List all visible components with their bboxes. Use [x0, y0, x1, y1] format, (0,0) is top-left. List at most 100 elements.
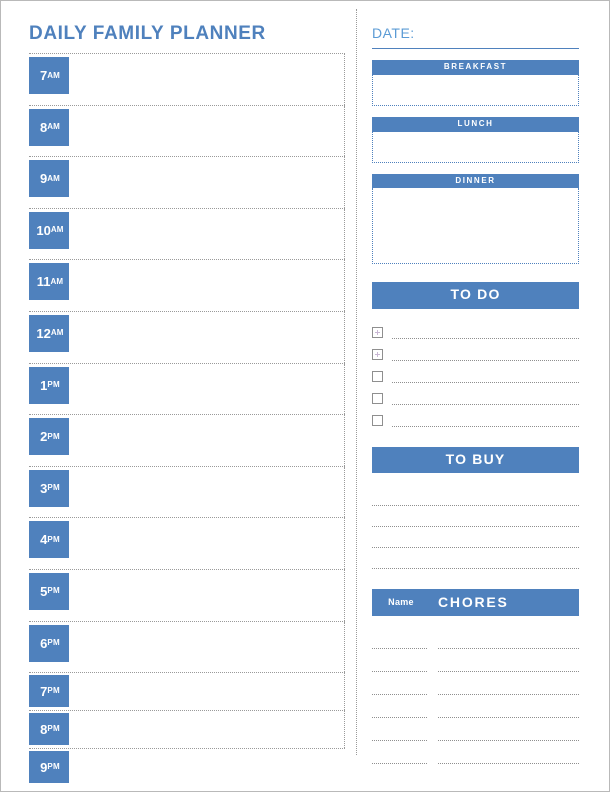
- schedule-entry-field[interactable]: [69, 621, 345, 673]
- schedule-entry-field[interactable]: [69, 157, 345, 208]
- checkbox-icon[interactable]: [372, 414, 383, 426]
- date-block: DATE:: [372, 11, 579, 49]
- chores-header: Name CHORES: [372, 589, 579, 617]
- time-meridiem: AM: [47, 70, 61, 80]
- schedule-entry-field[interactable]: [69, 518, 345, 569]
- schedule-row: 2 PM: [29, 414, 345, 466]
- chore-task-field[interactable]: [438, 739, 579, 742]
- meals-container: BREAKFAST LUNCH DINNER: [372, 60, 579, 265]
- checkbox-checked-icon[interactable]: [372, 348, 383, 360]
- date-input[interactable]: [372, 44, 579, 49]
- todo-item: [372, 341, 579, 363]
- schedule-entry-field[interactable]: [69, 311, 345, 363]
- time-hour: 10: [36, 222, 51, 238]
- checkbox-checked-icon[interactable]: [372, 326, 383, 338]
- tobuy-text-field[interactable]: [372, 527, 579, 549]
- schedule-entry-field[interactable]: [69, 415, 345, 466]
- schedule-row: 8 PM: [29, 710, 345, 749]
- todo-text-field[interactable]: [392, 381, 579, 383]
- schedule-entry-field[interactable]: [69, 466, 345, 518]
- chore-task-field[interactable]: [438, 693, 579, 696]
- schedule-entry-field[interactable]: [69, 673, 345, 711]
- time-label-12am: 12 AM: [29, 314, 69, 352]
- todo-item: [372, 363, 579, 385]
- meal-section-breakfast: BREAKFAST: [372, 60, 579, 106]
- time-label-8am: 8 AM: [29, 108, 69, 146]
- schedule-column: DAILY FAMILY PLANNER 7 AM 8 AM 9 AM 10 AM 11 AM 12…: [15, 11, 345, 786]
- schedule-row: 7 AM: [29, 53, 345, 105]
- tobuy-header: TO BUY: [372, 446, 579, 474]
- schedule-entry-field[interactable]: [69, 749, 345, 786]
- tobuy-text-field[interactable]: [372, 506, 579, 528]
- chore-task-field[interactable]: [438, 670, 579, 673]
- chore-task-field[interactable]: [438, 716, 579, 719]
- schedule-entry-field[interactable]: [69, 208, 345, 260]
- chore-name-field[interactable]: [372, 647, 427, 650]
- todo-item: [372, 407, 579, 429]
- time-label-8pm: 8 PM: [29, 713, 69, 746]
- schedule-entry-field[interactable]: [69, 711, 345, 749]
- time-label-6pm: 6 PM: [29, 624, 69, 662]
- chore-name-field[interactable]: [372, 716, 427, 719]
- schedule-entry-field[interactable]: [69, 569, 345, 621]
- schedule-entry-field[interactable]: [69, 260, 345, 311]
- meal-entry-field[interactable]: [372, 74, 579, 106]
- time-meridiem: PM: [47, 686, 60, 696]
- checkbox-icon[interactable]: [372, 392, 383, 404]
- todo-list: [372, 319, 579, 429]
- time-hour: 3: [40, 480, 48, 496]
- chores-row: [372, 626, 579, 650]
- chore-name-field[interactable]: [372, 693, 427, 696]
- tobuy-text-field[interactable]: [372, 548, 579, 570]
- chore-task-field[interactable]: [438, 647, 579, 650]
- right-column: DATE: BREAKFAST LUNCH DINNER TO DO TO BUY …: [372, 11, 579, 765]
- date-label: DATE:: [372, 25, 415, 41]
- todo-item: [372, 319, 579, 341]
- schedule-entry-field[interactable]: [69, 54, 345, 105]
- schedule-row: 9 AM: [29, 156, 345, 208]
- meal-entry-field[interactable]: [372, 188, 579, 265]
- chores-row: [372, 672, 579, 696]
- tobuy-text-field[interactable]: [372, 485, 579, 507]
- time-meridiem: AM: [47, 173, 61, 183]
- chores-row: [372, 741, 579, 765]
- meal-header: DINNER: [372, 173, 579, 189]
- time-meridiem: PM: [47, 638, 60, 648]
- page-title: DAILY FAMILY PLANNER: [29, 23, 266, 44]
- todo-text-field[interactable]: [392, 425, 579, 427]
- time-hour: 2: [40, 429, 48, 445]
- chore-name-field[interactable]: [372, 670, 427, 673]
- meal-entry-field[interactable]: [372, 131, 579, 163]
- time-hour: 1: [40, 377, 48, 393]
- tobuy-list: [372, 485, 579, 570]
- time-label-5pm: 5 PM: [29, 572, 69, 610]
- schedule-list: 7 AM 8 AM 9 AM 10 AM 11 AM 12 AM 1 PM 2 PM 3 PM 4 PM 5 PM 6 PM 7…: [15, 53, 345, 786]
- schedule-row: 1 PM: [29, 362, 345, 415]
- time-hour: 8: [39, 119, 48, 135]
- meal-header: LUNCH: [372, 116, 579, 132]
- schedule-entry-field[interactable]: [69, 363, 345, 415]
- time-label-1pm: 1 PM: [29, 366, 69, 404]
- chore-name-field[interactable]: [372, 762, 427, 765]
- time-hour: 7: [40, 683, 48, 699]
- time-label-4pm: 4 PM: [29, 521, 69, 559]
- chores-row: [372, 649, 579, 673]
- chore-name-field[interactable]: [372, 739, 427, 742]
- chore-task-field[interactable]: [438, 762, 579, 765]
- chores-row: [372, 695, 579, 719]
- todo-text-field[interactable]: [392, 403, 579, 405]
- chores-name-column-header: Name: [388, 597, 414, 608]
- schedule-entry-field[interactable]: [69, 105, 345, 157]
- checkbox-icon[interactable]: [372, 370, 383, 382]
- time-hour: 12: [36, 325, 51, 341]
- todo-text-field[interactable]: [392, 359, 579, 361]
- schedule-row: 10 AM: [29, 207, 345, 260]
- time-label-11am: 11 AM: [29, 263, 69, 301]
- schedule-row: 4 PM: [29, 517, 345, 569]
- time-meridiem: PM: [47, 762, 60, 772]
- chores-title: CHORES: [438, 594, 509, 611]
- schedule-row: 9 PM: [29, 748, 345, 786]
- todo-text-field[interactable]: [392, 337, 579, 339]
- time-meridiem: PM: [47, 534, 60, 544]
- time-meridiem: AM: [50, 225, 64, 235]
